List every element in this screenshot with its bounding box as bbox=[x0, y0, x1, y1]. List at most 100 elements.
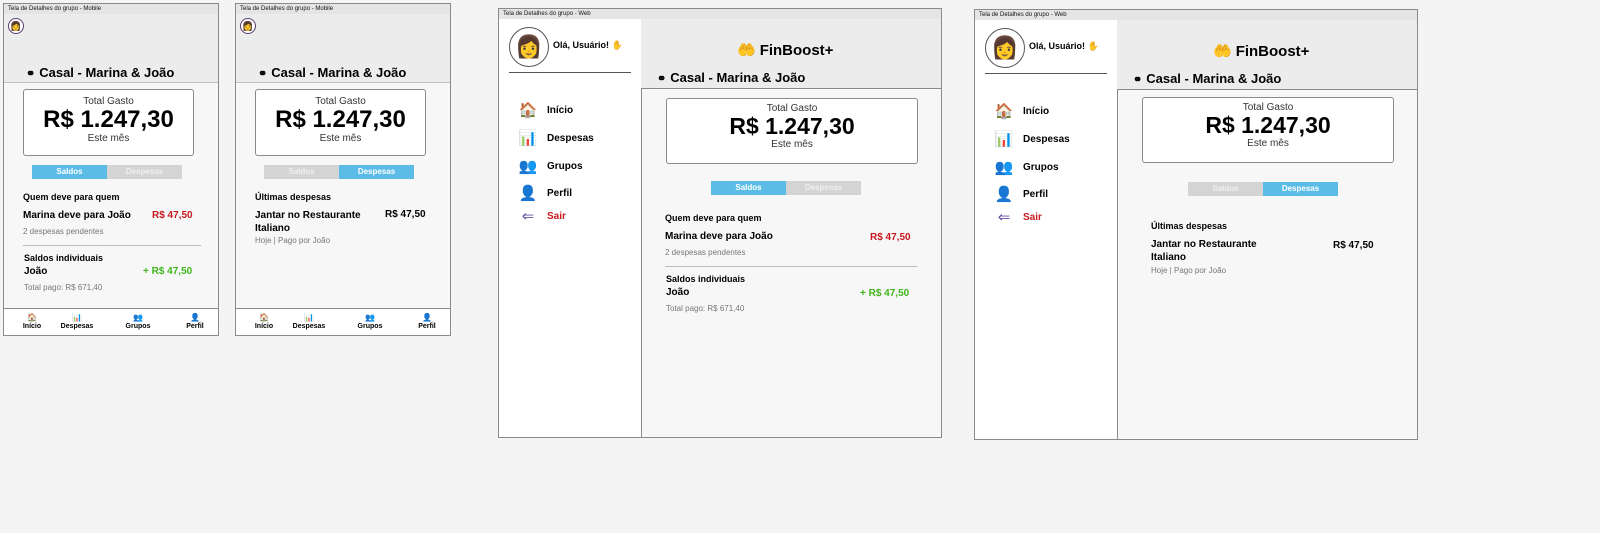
sidebar-item-home[interactable]: 🏠 Início bbox=[517, 101, 573, 119]
expense-amount: R$ 47,50 bbox=[1333, 240, 1374, 251]
sidebar-item-logout[interactable]: ⇐ Sair bbox=[517, 207, 566, 225]
tab-expenses[interactable]: Despesas bbox=[786, 181, 861, 195]
nav-home[interactable]: 🏠 Início bbox=[10, 313, 54, 330]
avatar[interactable]: 👩 bbox=[240, 18, 256, 34]
tab-balances[interactable]: Saldos bbox=[264, 165, 339, 179]
total-period: Este mês bbox=[319, 133, 362, 144]
greeting: Olá, Usuário! ✋ bbox=[553, 40, 623, 50]
individual-heading: Saldos individuais bbox=[666, 274, 746, 284]
individual-heading: Saldos individuais bbox=[24, 253, 104, 263]
nav-groups[interactable]: 👥 Grupos bbox=[116, 313, 160, 330]
total-amount: R$ 1.247,30 bbox=[275, 106, 406, 133]
house-icon: 🏠 bbox=[259, 313, 269, 322]
sidebar-item-logout[interactable]: ⇐ Sair bbox=[993, 208, 1042, 226]
divider bbox=[665, 266, 917, 267]
person-name: João bbox=[666, 287, 690, 298]
total-card: Total Gasto R$ 1.247,30 Este mês bbox=[1142, 97, 1394, 163]
money-hand-icon: 🤲 bbox=[1213, 43, 1232, 60]
person-balance: + R$ 47,50 bbox=[860, 288, 910, 299]
mobile-frame-expenses: Tela de Detalhes do grupo - Mobile 👩 ⚭ Ca… bbox=[235, 3, 451, 336]
expense-amount: R$ 47,50 bbox=[385, 209, 426, 220]
balances-heading: Quem deve para quem bbox=[23, 192, 120, 202]
total-paid: Total pago: R$ 671,40 bbox=[666, 304, 745, 313]
sidebar: 👩 Olá, Usuário! ✋ 🏠 Início 📊 Despesas 👥 Gru… bbox=[499, 19, 642, 437]
expenses-heading: Últimas despesas bbox=[1151, 221, 1228, 231]
debt-text: Marina deve para João bbox=[665, 231, 773, 242]
sidebar-item-expenses[interactable]: 📊 Despesas bbox=[993, 130, 1070, 148]
divider bbox=[23, 245, 201, 246]
nav-groups[interactable]: 👥 Grupos bbox=[348, 313, 392, 330]
debt-amount: R$ 47,50 bbox=[870, 232, 911, 243]
sidebar-item-groups[interactable]: 👥 Grupos bbox=[517, 157, 583, 175]
sidebar-item-profile[interactable]: 👤 Perfil bbox=[517, 184, 572, 202]
end-arrow-icon: ⇐ bbox=[521, 208, 535, 225]
sidebar-item-groups[interactable]: 👥 Grupos bbox=[993, 158, 1059, 176]
debt-amount: R$ 47,50 bbox=[152, 210, 193, 221]
avatar[interactable]: 👩 bbox=[985, 28, 1025, 68]
tab-balances[interactable]: Saldos bbox=[32, 165, 107, 179]
total-card: Total Gasto R$ 1.247,30 Este mês bbox=[23, 89, 194, 156]
expense-name[interactable]: Jantar no Restaurante Italiano bbox=[1151, 238, 1281, 264]
total-paid: Total pago: R$ 671,40 bbox=[24, 283, 103, 292]
avatar[interactable]: 👩 bbox=[8, 18, 24, 34]
binoculars-icon: ⚭ bbox=[657, 73, 667, 85]
total-amount: R$ 1.247,30 bbox=[43, 106, 174, 133]
pending-count: 2 despesas pendentes bbox=[23, 227, 104, 236]
tab-switch: Saldos Despesas bbox=[264, 165, 414, 179]
tab-expenses[interactable]: Despesas bbox=[107, 165, 182, 179]
sidebar-item-home[interactable]: 🏠 Início bbox=[993, 102, 1049, 120]
nav-expenses[interactable]: 📊 Despesas bbox=[55, 313, 99, 330]
total-amount: R$ 1.247,30 bbox=[729, 113, 855, 139]
expenses-heading: Últimas despesas bbox=[255, 192, 332, 202]
binoculars-icon: ⚭ bbox=[1133, 74, 1143, 86]
expense-meta: Hoje | Pago por João bbox=[1151, 266, 1227, 275]
house-icon: 🏠 bbox=[27, 313, 37, 322]
expense-name[interactable]: Jantar no Restaurante Italiano bbox=[255, 209, 375, 235]
group-title: ⚭ Casal - Marina & João bbox=[657, 70, 806, 85]
binoculars-icon: ⚭ bbox=[26, 68, 36, 80]
person-icon: 👤 bbox=[994, 186, 1014, 203]
web-header: 🤲 FinBoost+ ⚭ Casal - Marina & João bbox=[641, 19, 941, 89]
tab-balances[interactable]: Saldos bbox=[711, 181, 786, 195]
expense-meta: Hoje | Pago por João bbox=[255, 236, 331, 245]
group-title: ⚭ Casal - Marina & João bbox=[1133, 71, 1282, 86]
divider bbox=[985, 73, 1107, 74]
mobile-header: 👩 ⚭ Casal - Marina & João bbox=[236, 14, 450, 83]
tab-switch: Saldos Despesas bbox=[32, 165, 182, 179]
mobile-header: 👩 ⚭ Casal - Marina & João bbox=[4, 14, 218, 83]
total-period: Este mês bbox=[1247, 138, 1289, 149]
total-period: Este mês bbox=[87, 133, 130, 144]
greeting: Olá, Usuário! ✋ bbox=[1029, 41, 1099, 51]
web-frame-balances: Tela de Detalhes do grupo - Web 👩 Olá, U… bbox=[498, 8, 942, 438]
bottom-nav: 🏠 Início 📊 Despesas 👥 Grupos 👤 Perfil bbox=[4, 308, 218, 335]
house-icon: 🏠 bbox=[518, 102, 538, 119]
tab-expenses[interactable]: Despesas bbox=[339, 165, 414, 179]
tab-switch: Saldos Despesas bbox=[1188, 182, 1338, 196]
person-icon: 👤 bbox=[518, 185, 538, 202]
person-balance: + R$ 47,50 bbox=[143, 266, 193, 277]
bar-chart-icon: 📊 bbox=[518, 130, 538, 147]
person-icon: 👤 bbox=[422, 313, 432, 322]
nav-profile[interactable]: 👤 Perfil bbox=[173, 313, 217, 330]
balances-heading: Quem deve para quem bbox=[665, 213, 762, 223]
total-amount: R$ 1.247,30 bbox=[1205, 112, 1331, 138]
sidebar-item-expenses[interactable]: 📊 Despesas bbox=[517, 129, 594, 147]
tab-balances[interactable]: Saldos bbox=[1188, 182, 1263, 196]
end-arrow-icon: ⇐ bbox=[997, 209, 1011, 226]
nav-expenses[interactable]: 📊 Despesas bbox=[287, 313, 331, 330]
group-title: ⚭ Casal - Marina & João bbox=[26, 65, 175, 80]
web-frame-expenses: Tela de Detalhes do grupo - Web 👩 Olá, U… bbox=[974, 9, 1418, 440]
tab-expenses[interactable]: Despesas bbox=[1263, 182, 1338, 196]
avatar[interactable]: 👩 bbox=[509, 27, 549, 67]
total-period: Este mês bbox=[771, 139, 813, 150]
mobile-frame-balances: Tela de Detalhes do grupo - Mobile 👩 ⚭ Ca… bbox=[3, 3, 219, 336]
nav-home[interactable]: 🏠 Início bbox=[242, 313, 286, 330]
money-hand-icon: 🤲 bbox=[737, 42, 756, 59]
pending-count: 2 despesas pendentes bbox=[665, 248, 746, 257]
nav-profile[interactable]: 👤 Perfil bbox=[405, 313, 449, 330]
people-icon: 👥 bbox=[365, 313, 375, 322]
bar-chart-icon: 📊 bbox=[994, 131, 1014, 148]
sidebar-item-profile[interactable]: 👤 Perfil bbox=[993, 185, 1048, 203]
debt-text: Marina deve para João bbox=[23, 210, 131, 221]
person-icon: 👤 bbox=[190, 313, 200, 322]
